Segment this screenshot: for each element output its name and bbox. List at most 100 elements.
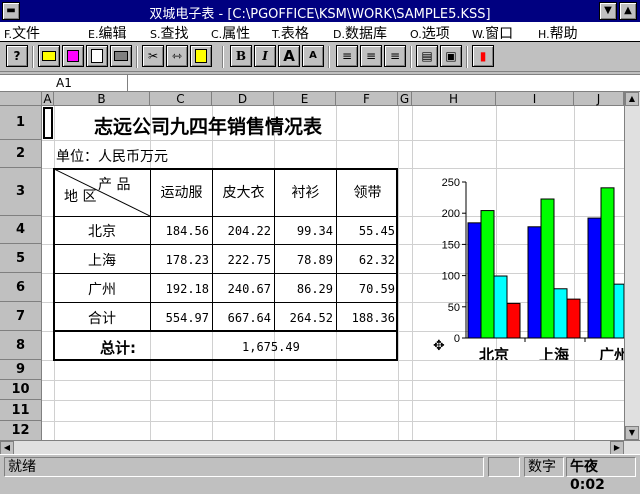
column-header[interactable]: B — [54, 92, 150, 106]
font-smaller-button[interactable]: A — [302, 45, 324, 67]
align-left-button[interactable]: ≡ — [336, 45, 358, 67]
menu-edit[interactable]: E.编辑 — [88, 23, 126, 43]
value-cell[interactable]: 86.29 — [275, 282, 333, 296]
value-cell[interactable]: 204.22 — [213, 224, 271, 238]
print-preview-button[interactable] — [86, 45, 108, 67]
scroll-left-button[interactable]: ◀ — [0, 441, 14, 455]
menu-options[interactable]: O.选项 — [410, 23, 450, 43]
value-cell[interactable]: 55.45 — [337, 224, 395, 238]
italic-button[interactable]: I — [254, 45, 276, 67]
align-right-icon: ≡ — [389, 49, 401, 63]
value-cell[interactable]: 62.32 — [337, 253, 395, 267]
row-header[interactable]: 3 — [0, 168, 42, 216]
font-larger-button[interactable]: A — [278, 45, 300, 67]
y-tick-label: 0 — [454, 333, 460, 345]
gridline — [42, 400, 640, 401]
value-cell[interactable]: 554.97 — [151, 311, 209, 325]
select-all-corner[interactable] — [0, 92, 42, 106]
maximize-button[interactable]: ▲ — [619, 2, 637, 20]
table-format-button[interactable]: ▤ — [416, 45, 438, 67]
menu-window[interactable]: W.窗口 — [472, 23, 513, 43]
vertical-scrollbar[interactable]: ▲ ▼ — [624, 92, 640, 440]
row-header[interactable]: 8 — [0, 331, 42, 360]
table-line — [53, 273, 398, 274]
row-header[interactable]: 7 — [0, 302, 42, 331]
row-header[interactable]: 12 — [0, 421, 42, 440]
menu-table[interactable]: T.表格 — [272, 23, 309, 43]
column-header[interactable]: I — [496, 92, 574, 106]
chart-icon: ▮ — [479, 49, 487, 63]
menu-help[interactable]: H.帮助 — [538, 23, 578, 43]
chart-button[interactable]: ▮ — [472, 45, 494, 67]
value-cell[interactable]: 178.23 — [151, 253, 209, 267]
value-cell[interactable]: 188.36 — [337, 311, 395, 325]
copy-button[interactable]: ⇿ — [166, 45, 188, 67]
column-header[interactable]: H — [412, 92, 496, 106]
region-cell[interactable]: 北京 — [54, 221, 150, 241]
column-header[interactable]: C — [150, 92, 212, 106]
value-cell[interactable]: 78.89 — [275, 253, 333, 267]
menu-find[interactable]: S.查找 — [150, 23, 188, 43]
value-cell[interactable]: 667.64 — [213, 311, 271, 325]
total-value[interactable]: 1,675.49 — [242, 340, 300, 354]
align-center-button[interactable]: ≡ — [360, 45, 382, 67]
save-file-button[interactable] — [62, 45, 84, 67]
table-line — [53, 216, 398, 217]
menu-file[interactable]: F.文件 — [4, 23, 40, 43]
value-cell[interactable]: 240.67 — [213, 282, 271, 296]
region-cell[interactable]: 广州 — [54, 279, 150, 299]
menu-attributes[interactable]: C.属性 — [211, 23, 250, 43]
active-cell-cursor[interactable] — [43, 107, 53, 139]
title-bar: ▬ 双城电子表 - [C:\PGOFFICE\KSM\WORK\SAMPLE5.… — [0, 0, 640, 22]
column-header[interactable]: G — [398, 92, 412, 106]
table-header: 领带 — [353, 185, 382, 201]
cell-reference[interactable]: A1 — [0, 75, 128, 91]
row-header[interactable]: 2 — [0, 140, 42, 168]
scroll-down-button[interactable]: ▼ — [625, 426, 639, 440]
value-cell[interactable]: 222.75 — [213, 253, 271, 267]
open-file-button[interactable] — [38, 45, 60, 67]
align-right-button[interactable]: ≡ — [384, 45, 406, 67]
bar-chart[interactable]: 0 50 100 150 200 250 北京 上海 广州 — [412, 168, 624, 360]
horizontal-scrollbar[interactable]: ◀ ▶ — [0, 440, 640, 455]
scroll-up-button[interactable]: ▲ — [625, 92, 639, 106]
formula-bar[interactable]: A1 — [0, 74, 640, 92]
region-cell[interactable]: 合计 — [54, 308, 150, 328]
printer-icon — [114, 51, 128, 61]
value-cell[interactable]: 264.52 — [275, 311, 333, 325]
help-button[interactable]: ? — [6, 45, 28, 67]
align-center-icon: ≡ — [365, 49, 377, 63]
spreadsheet-grid[interactable]: A B C D E F G H I J 1 2 3 4 5 6 7 8 9 10… — [0, 92, 640, 440]
value-cell[interactable]: 70.59 — [337, 282, 395, 296]
row-header[interactable]: 4 — [0, 216, 42, 244]
region-cell[interactable]: 上海 — [54, 250, 150, 270]
border-button[interactable]: ▣ — [440, 45, 462, 67]
table-line — [53, 302, 398, 303]
value-cell[interactable]: 184.56 — [151, 224, 209, 238]
toolbar-separator — [32, 46, 34, 68]
menu-database[interactable]: D.数据库 — [333, 23, 387, 43]
row-header[interactable]: 11 — [0, 400, 42, 421]
row-header[interactable]: 9 — [0, 360, 42, 380]
column-header[interactable]: D — [212, 92, 274, 106]
row-header[interactable]: 6 — [0, 273, 42, 302]
window-title: 双城电子表 - [C:\PGOFFICE\KSM\WORK\SAMPLE5.KS… — [149, 7, 491, 22]
print-button[interactable] — [110, 45, 132, 67]
column-header[interactable]: J — [574, 92, 624, 106]
value-cell[interactable]: 99.34 — [275, 224, 333, 238]
toolbar-separator — [136, 46, 138, 68]
toolbar-separator — [222, 46, 224, 68]
value-cell[interactable]: 192.18 — [151, 282, 209, 296]
column-header[interactable]: F — [336, 92, 398, 106]
magnifier-icon — [91, 49, 103, 63]
column-header[interactable]: A — [42, 92, 54, 106]
row-header[interactable]: 1 — [0, 106, 42, 140]
cut-button[interactable]: ✂ — [142, 45, 164, 67]
row-header[interactable]: 10 — [0, 380, 42, 400]
column-header[interactable]: E — [274, 92, 336, 106]
row-header[interactable]: 5 — [0, 244, 42, 273]
minimize-button[interactable]: ▼ — [599, 2, 617, 20]
bold-button[interactable]: B — [230, 45, 252, 67]
scroll-right-button[interactable]: ▶ — [610, 441, 624, 455]
paste-button[interactable] — [190, 45, 212, 67]
